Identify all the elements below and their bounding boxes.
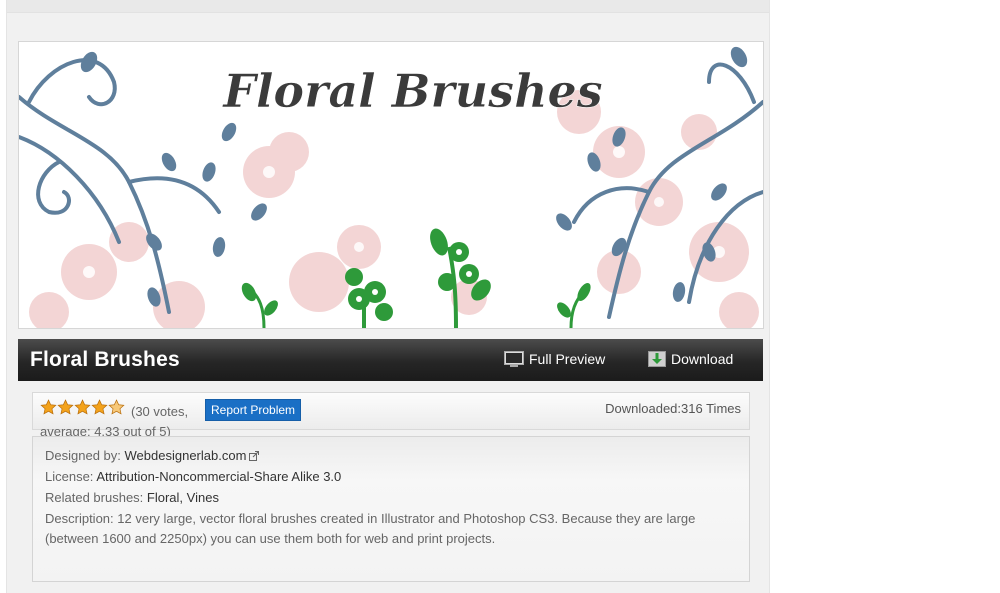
preview-banner[interactable]: Floral Brushes: [18, 41, 764, 329]
related-row: Related brushes: Floral, Vines: [45, 488, 735, 508]
related-separator: ,: [179, 490, 184, 505]
designer-label: Designed by:: [45, 448, 121, 463]
license-label: License:: [45, 469, 94, 484]
vine-left: [19, 58, 221, 314]
title-bar: Floral Brushes Full Preview Download: [18, 339, 763, 381]
external-link-icon[interactable]: [249, 451, 260, 461]
download-count: Downloaded:316 Times: [605, 401, 741, 416]
description-label: Description:: [45, 511, 114, 526]
designer-link[interactable]: Webdesignerlab.com: [125, 448, 247, 463]
star-icon[interactable]: [91, 399, 108, 416]
monitor-icon: [504, 351, 524, 367]
top-strip: [7, 0, 769, 13]
description-text: 12 very large, vector floral brushes cre…: [45, 511, 696, 546]
votes-count: (30 votes,: [131, 404, 189, 419]
designer-row: Designed by: Webdesignerlab.com: [45, 446, 735, 466]
related-label: Related brushes:: [45, 490, 144, 505]
license-value: Attribution-Noncommercial-Share Alike 3.…: [96, 469, 342, 484]
star-icon[interactable]: [57, 399, 74, 416]
banner-title: Floral Brushes: [221, 64, 602, 118]
license-row: License: Attribution-Noncommercial-Share…: [45, 467, 735, 487]
download-label: Download: [671, 351, 734, 367]
report-problem-button[interactable]: Report Problem: [205, 399, 302, 421]
star-rating[interactable]: [40, 399, 125, 416]
star-icon[interactable]: [108, 399, 125, 416]
related-link-vines[interactable]: Vines: [187, 490, 219, 505]
details-box: Designed by: Webdesignerlab.com License:…: [32, 436, 750, 582]
star-icon[interactable]: [74, 399, 91, 416]
page-title: Floral Brushes: [30, 348, 180, 371]
full-preview-label: Full Preview: [529, 351, 606, 367]
download-button[interactable]: Download: [648, 351, 733, 367]
full-preview-button[interactable]: Full Preview: [504, 351, 605, 367]
star-icon[interactable]: [40, 399, 57, 416]
banner-artwork: Floral Brushes: [19, 46, 763, 328]
description-row: Description: 12 very large, vector flora…: [45, 509, 735, 549]
related-link-floral[interactable]: Floral: [147, 490, 180, 505]
download-icon: [648, 351, 666, 367]
pink-flowers: [29, 90, 759, 328]
